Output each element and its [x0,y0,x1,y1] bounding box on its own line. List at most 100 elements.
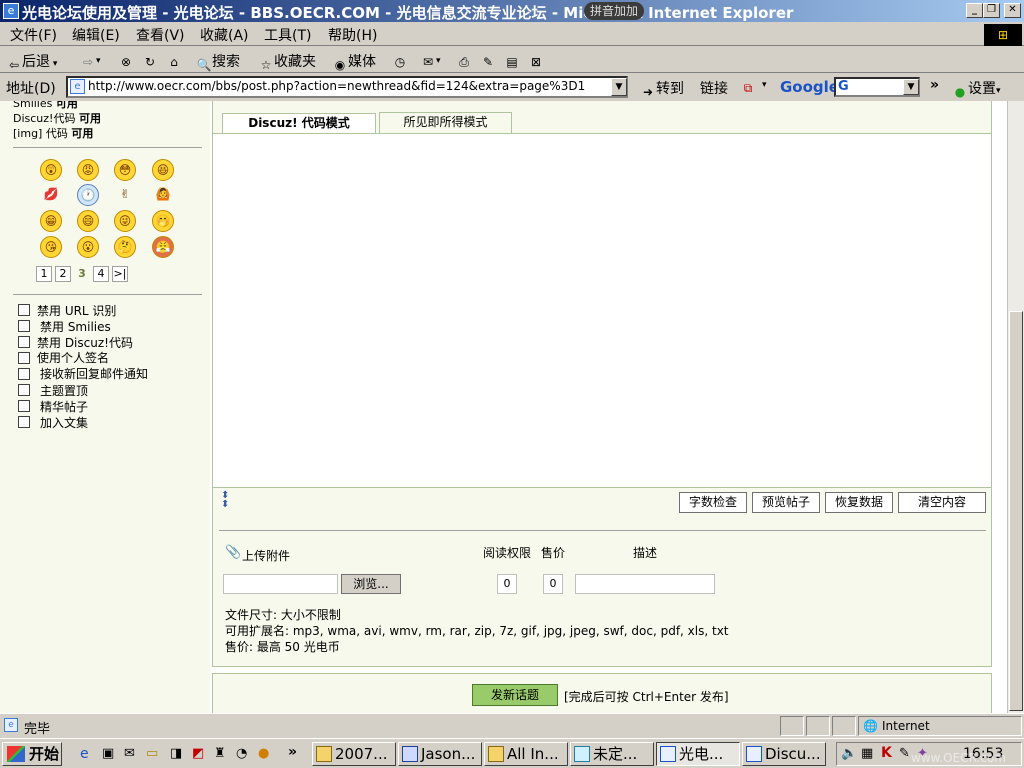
minimize-button[interactable]: _ [966,3,983,18]
new-topic-button[interactable]: 发新话题 [472,684,558,706]
smiley-icon[interactable]: 😘 [40,236,62,258]
browse-button[interactable]: 浏览... [341,574,401,594]
menu-file[interactable]: 文件(F) [10,25,57,45]
mail-button[interactable]: ✉ ▾ [420,51,441,70]
smiley-icon[interactable]: 💋 [40,184,62,206]
volume-icon[interactable]: 🔈 [841,746,857,761]
smiley-icon[interactable]: 🕐 [77,184,99,206]
forward-button[interactable]: ⇨ ▾ [80,51,101,70]
network-icon[interactable]: ▦ [861,746,873,761]
links-label[interactable]: 链接 [700,78,728,98]
quick-launch-folder-icon[interactable]: ▭ [146,746,158,761]
quick-launch-overflow-chevron-icon[interactable]: » [288,744,297,760]
toolbar-overflow-chevron-icon[interactable]: » [930,77,939,93]
smilies-page-2[interactable]: 2 [55,266,71,282]
smiley-icon[interactable]: 😆 [152,159,174,181]
menu-favorites[interactable]: 收藏(A) [200,25,249,45]
smilies-page-last[interactable]: >| [112,266,128,282]
stop-button[interactable]: ⊗ [118,51,134,70]
task-untitled[interactable]: 未定... [570,742,654,766]
smiley-icon[interactable]: 😁 [40,210,62,232]
quick-launch-app-icon[interactable]: ◩ [192,746,204,761]
quick-launch-outlook-icon[interactable]: ✉ [124,746,135,761]
email-notify-checkbox[interactable] [18,368,30,380]
smiley-icon[interactable]: 😮 [77,236,99,258]
clear-content-button[interactable]: 清空内容 [898,492,986,513]
task-word-jason[interactable]: Jason... [398,742,482,766]
task-ie-discuz[interactable]: Discu... [742,742,826,766]
acrobat-icon[interactable]: ⧉ [740,80,756,96]
google-dropdown-button[interactable]: ▼ [903,79,919,95]
quick-launch-ie-icon[interactable]: e [80,746,89,762]
back-button[interactable]: ⇦ 后退 ▾ [6,51,57,73]
media-button[interactable]: ◉ 媒体 [332,51,376,73]
menu-help[interactable]: 帮助(H) [328,25,377,45]
tab-wysiwyg-mode[interactable]: 所见即所得模式 [379,112,512,133]
tray-app-icon[interactable]: ✎ [899,746,910,761]
message-textarea[interactable] [213,133,991,488]
vertical-scrollbar[interactable] [1007,101,1024,713]
home-button[interactable]: ⌂ [166,51,182,70]
edit-button[interactable]: ✎ [480,51,496,70]
favorites-button[interactable]: ☆ 收藏夹 [258,51,316,73]
smiley-icon[interactable]: 😤 [152,236,174,258]
quick-launch-app-icon[interactable]: ◔ [236,746,247,761]
smiley-icon[interactable]: 😡 [77,159,99,181]
sticky-topic-checkbox[interactable] [18,384,30,396]
task-folder-2007[interactable]: 2007... [312,742,396,766]
task-folder-all-in[interactable]: All In... [484,742,568,766]
digest-checkbox[interactable] [18,400,30,412]
start-button[interactable]: 开始 [2,742,62,766]
acrobat-dropdown[interactable]: ▾ [762,80,767,90]
menu-view[interactable]: 查看(V) [136,25,185,45]
smiley-icon[interactable]: ✌ [114,184,136,206]
quick-launch-app-icon[interactable]: ♜ [214,746,226,761]
task-ie-oecr-active[interactable]: 光电... [656,742,740,766]
disable-smilies-checkbox[interactable] [18,320,30,332]
history-button[interactable]: ◷ [392,51,408,70]
close-button[interactable]: ✕ [1004,3,1021,18]
refresh-button[interactable]: ↻ [142,51,158,70]
quick-launch-app-icon[interactable]: ● [258,746,269,761]
disable-discuz-code-checkbox[interactable] [18,336,30,348]
smiley-icon[interactable]: 😄 [77,210,99,232]
add-to-collection-checkbox[interactable] [18,416,30,428]
smilies-page-1[interactable]: 1 [36,266,52,282]
menu-tools[interactable]: 工具(T) [264,25,311,45]
settings-button[interactable]: ● 设置▾ [952,78,1001,100]
smiley-icon[interactable]: 😜 [114,210,136,232]
quick-launch-app-icon[interactable]: ◨ [170,746,182,761]
price-input[interactable]: 0 [543,574,563,594]
smilies-page-4[interactable]: 4 [93,266,109,282]
discuss-button[interactable]: ▤ [504,51,520,70]
url-dropdown-button[interactable]: ▼ [611,78,627,96]
smiley-icon[interactable]: 🤔 [114,236,136,258]
attachment-file-input[interactable] [223,574,338,594]
preview-post-button[interactable]: 预览帖子 [752,492,820,513]
use-signature-checkbox[interactable] [18,352,30,364]
tab-discuz-code-mode[interactable]: Discuz! 代码模式 [222,113,376,134]
go-button[interactable]: ➜ 转到 [640,78,684,100]
url-input[interactable]: e http://www.oecr.com/bbs/post.php?actio… [66,76,628,98]
stop-icon: ⊗ [120,55,132,69]
print-button[interactable]: ⎙ [456,51,472,70]
smiley-icon[interactable]: 🙆 [152,184,174,206]
email-notify-label: 接收新回复邮件通知 [40,367,149,381]
title-bar[interactable]: e 光电论坛使用及管理 - 光电论坛 - BBS.OECR.COM - 光电信息… [0,0,1024,22]
smiley-icon[interactable]: 😳 [114,159,136,181]
restore-data-button[interactable]: 恢复数据 [825,492,893,513]
word-count-button[interactable]: 字数检查 [679,492,747,513]
messenger-button[interactable]: ⊠ [528,51,544,70]
smiley-icon[interactable]: 🤭 [152,210,174,232]
menu-edit[interactable]: 编辑(E) [72,25,120,45]
search-button[interactable]: 🔍搜索 [196,51,240,73]
quick-launch-desktop-icon[interactable]: ▣ [102,746,114,761]
resize-editor-icon[interactable]: ⬍ ⬍ [221,491,229,510]
read-permission-input[interactable]: 0 [497,574,517,594]
disable-url-checkbox[interactable] [18,304,30,316]
antivirus-icon[interactable]: K [881,745,892,761]
maximize-button[interactable]: ❐ [983,3,1000,18]
scrollbar-thumb[interactable] [1009,311,1023,711]
smiley-icon[interactable]: 😲 [40,159,62,181]
description-input[interactable] [575,574,715,594]
